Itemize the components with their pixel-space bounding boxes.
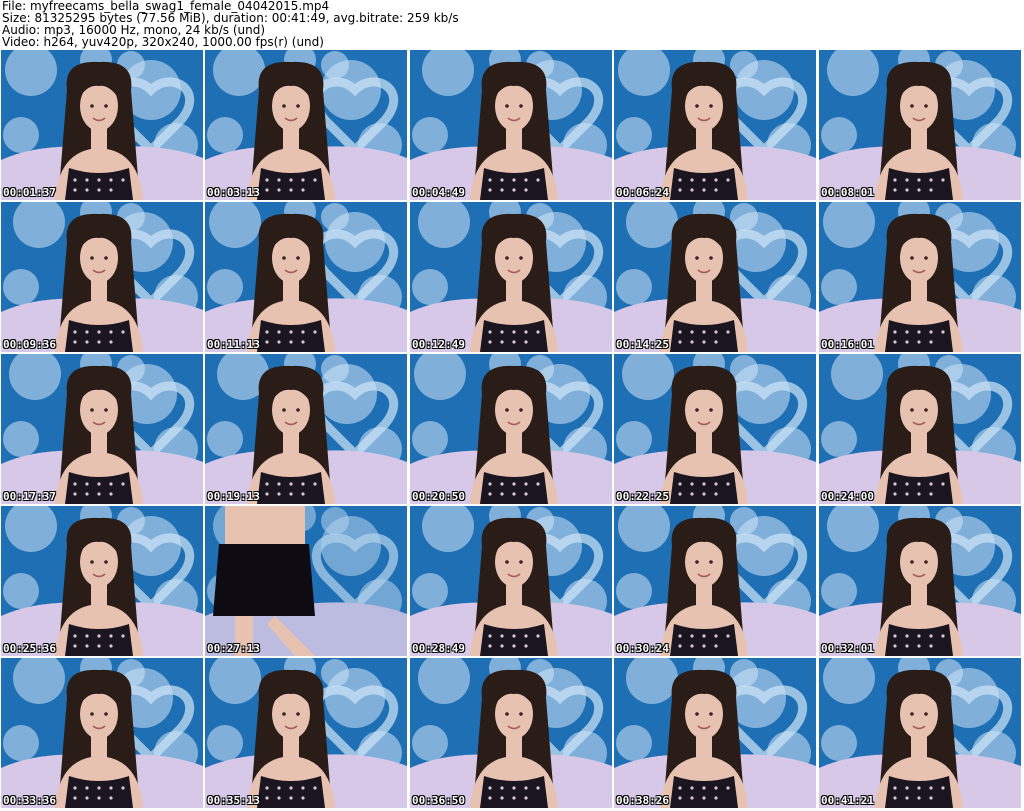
thumbnail-frame-image (410, 658, 612, 808)
video-thumbnail: 00:35:13 (205, 658, 407, 808)
thumbnail-timestamp: 00:32:01 (821, 642, 874, 655)
thumbnail-timestamp: 00:14:25 (616, 338, 669, 351)
thumbnail-timestamp: 00:17:37 (3, 490, 56, 503)
thumbnail-timestamp: 00:06:24 (616, 186, 669, 199)
video-thumbnail: 00:32:01 (819, 506, 1021, 656)
thumbnail-timestamp: 00:19:13 (207, 490, 260, 503)
thumbnail-timestamp: 00:30:24 (616, 642, 669, 655)
thumbnail-timestamp: 00:24:00 (821, 490, 874, 503)
video-thumbnail: 00:08:01 (819, 50, 1021, 200)
thumbnail-timestamp: 00:27:13 (207, 642, 260, 655)
video-thumbnail: 00:27:13 (205, 506, 407, 656)
thumbnail-frame-image (1, 354, 203, 504)
video-thumbnail: 00:14:25 (614, 202, 816, 352)
thumbnail-frame-image (819, 354, 1021, 504)
thumbnail-timestamp: 00:01:37 (3, 186, 56, 199)
thumbnail-frame-image (614, 50, 816, 200)
video-thumbnail: 00:17:37 (1, 354, 203, 504)
video-thumbnail: 00:03:13 (205, 50, 407, 200)
thumbnail-frame-image (1, 506, 203, 656)
video-thumbnail: 00:33:36 (1, 658, 203, 808)
video-thumbnail: 00:38:26 (614, 658, 816, 808)
thumbnail-frame-image (614, 354, 816, 504)
thumbnail-frame-image (205, 354, 407, 504)
thumbnail-timestamp: 00:12:49 (412, 338, 465, 351)
thumbnail-frame-image (819, 506, 1021, 656)
thumbnail-frame-image (614, 506, 816, 656)
video-thumbnail: 00:11:13 (205, 202, 407, 352)
thumbnail-frame-image (410, 506, 612, 656)
thumbnail-grid: 00:01:37 00:03:13 00:04:49 00:06:24 00:08:01… (1, 50, 1023, 810)
video-info-line: Video: h264, yuv420p, 320x240, 1000.00 f… (2, 35, 324, 49)
thumbnail-timestamp: 00:04:49 (412, 186, 465, 199)
thumbnail-timestamp: 00:41:21 (821, 794, 874, 807)
video-thumbnail: 00:12:49 (410, 202, 612, 352)
thumbnail-frame-image (819, 202, 1021, 352)
video-thumbnail: 00:25:36 (1, 506, 203, 656)
thumbnail-frame-image (205, 50, 407, 200)
thumbnail-frame-image (410, 354, 612, 504)
thumbnail-timestamp: 00:33:36 (3, 794, 56, 807)
thumbnail-timestamp: 00:36:50 (412, 794, 465, 807)
thumbnail-timestamp: 00:22:25 (616, 490, 669, 503)
video-thumbnail: 00:20:50 (410, 354, 612, 504)
file-info-header: File: myfreecams_bella_swag1_female_0404… (2, 0, 1020, 48)
video-thumbnail: 00:24:00 (819, 354, 1021, 504)
thumbnail-frame-image (1, 202, 203, 352)
thumbnail-frame-image (614, 202, 816, 352)
thumbnail-frame-image (1, 658, 203, 808)
thumbnail-timestamp: 00:25:36 (3, 642, 56, 655)
video-thumbnail: 00:01:37 (1, 50, 203, 200)
thumbnail-frame-image (410, 202, 612, 352)
video-thumbnail: 00:16:01 (819, 202, 1021, 352)
thumbnail-timestamp: 00:09:36 (3, 338, 56, 351)
video-thumbnail: 00:41:21 (819, 658, 1021, 808)
thumbnail-frame-image (819, 658, 1021, 808)
thumbnail-frame-image (1, 50, 203, 200)
video-thumbnail: 00:19:13 (205, 354, 407, 504)
thumbnail-frame-image (819, 50, 1021, 200)
thumbnail-timestamp: 00:11:13 (207, 338, 260, 351)
thumbnail-frame-image (410, 50, 612, 200)
video-thumbnail: 00:22:25 (614, 354, 816, 504)
video-thumbnail: 00:36:50 (410, 658, 612, 808)
video-thumbnail: 00:06:24 (614, 50, 816, 200)
thumbnail-frame-image (205, 658, 407, 808)
thumbnail-timestamp: 00:38:26 (616, 794, 669, 807)
thumbnail-timestamp: 00:16:01 (821, 338, 874, 351)
video-thumbnail: 00:04:49 (410, 50, 612, 200)
thumbnail-frame-image (614, 658, 816, 808)
thumbnail-timestamp: 00:03:13 (207, 186, 260, 199)
thumbnail-frame-image (205, 202, 407, 352)
video-thumbnail: 00:30:24 (614, 506, 816, 656)
video-thumbnail: 00:09:36 (1, 202, 203, 352)
thumbnail-timestamp: 00:08:01 (821, 186, 874, 199)
thumbnail-timestamp: 00:35:13 (207, 794, 260, 807)
thumbnail-frame-image (205, 506, 407, 656)
video-thumbnail: 00:28:49 (410, 506, 612, 656)
thumbnail-timestamp: 00:28:49 (412, 642, 465, 655)
thumbnail-timestamp: 00:20:50 (412, 490, 465, 503)
